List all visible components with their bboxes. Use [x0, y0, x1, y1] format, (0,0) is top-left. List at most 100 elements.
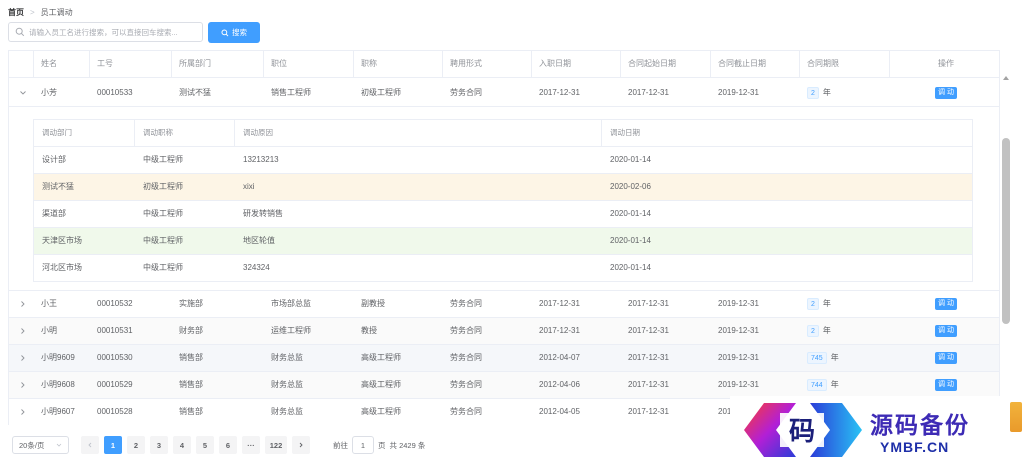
search-input[interactable]	[29, 27, 199, 37]
col-header-dept[interactable]: 所属部门	[179, 51, 211, 77]
chevron-right-icon[interactable]	[19, 408, 27, 416]
col-header-employ[interactable]: 聘用形式	[450, 51, 482, 77]
transfer-col-dept: 调动部门	[42, 128, 72, 137]
transfer-dept: 测试不猛	[42, 182, 74, 191]
transfer-title: 中级工程师	[143, 155, 183, 164]
transfer-row: 天津区市场 中级工程师 地区轮值 2020-01-14	[34, 228, 972, 255]
cell-term: 745 年	[807, 345, 839, 371]
cell-name: 小明	[41, 326, 57, 335]
page-jumper: 前往 页	[333, 436, 386, 454]
page-button-3[interactable]: 3	[150, 436, 168, 454]
cell-action: 调 动	[935, 80, 957, 106]
cell-name: 小王	[41, 299, 57, 308]
search-button-label: 搜索	[232, 28, 247, 37]
page-button-5[interactable]: 5	[196, 436, 214, 454]
scrollbar-thumb[interactable]	[1002, 138, 1010, 324]
transfer-title: 中级工程师	[143, 263, 183, 272]
term-tag: 2	[807, 87, 819, 99]
scroll-up-arrow-icon[interactable]	[1003, 76, 1009, 80]
cell-employ: 劳务合同	[450, 380, 482, 389]
chevron-right-icon[interactable]	[19, 300, 27, 308]
col-header-end[interactable]: 合同截止日期	[718, 51, 766, 77]
transfer-row: 设计部 中级工程师 13213213 2020-01-14	[34, 147, 972, 174]
transfer-button[interactable]: 调 动	[935, 378, 957, 391]
cell-entry: 2012-04-06	[539, 380, 580, 389]
cell-id: 00010530	[97, 353, 133, 362]
page-button-last[interactable]: 122	[265, 436, 287, 454]
cell-employ: 劳务合同	[450, 326, 482, 335]
more-pages-button[interactable]: ···	[242, 436, 260, 454]
transfer-dept: 设计部	[42, 155, 66, 164]
cell-start: 2017-12-31	[628, 380, 669, 389]
transfer-button[interactable]: 调 动	[935, 86, 957, 99]
term-tag: 744	[807, 379, 827, 391]
col-header-term[interactable]: 合同期限	[807, 51, 839, 77]
page-size-select[interactable]: 20条/页	[12, 436, 69, 454]
transfer-button[interactable]: 调 动	[935, 351, 957, 364]
watermark: 码 源码备份 YMBF.CN	[730, 396, 1024, 474]
breadcrumb-separator: >	[30, 7, 35, 17]
cell-position: 市场部总监	[271, 299, 311, 308]
page-button-4[interactable]: 4	[173, 436, 191, 454]
search-icon	[15, 27, 25, 37]
col-header-entry[interactable]: 入职日期	[539, 51, 571, 77]
breadcrumb-home[interactable]: 首页	[8, 7, 24, 18]
col-header-title[interactable]: 职称	[361, 51, 377, 77]
col-header-start[interactable]: 合同起始日期	[628, 51, 676, 77]
col-header-position[interactable]: 职位	[271, 51, 287, 77]
pagination: 20条/页 1 2 3 4 5 6 ··· 122 前往 页 共 2429 条	[12, 436, 425, 454]
watermark-url: YMBF.CN	[880, 439, 950, 455]
cell-entry: 2017-12-31	[539, 326, 580, 335]
next-page-button[interactable]	[292, 436, 310, 454]
col-header-name[interactable]: 姓名	[41, 51, 57, 77]
page-button-1[interactable]: 1	[104, 436, 122, 454]
transfer-reason: xixi	[243, 182, 255, 191]
cell-employ: 劳务合同	[450, 407, 482, 416]
page-button-2[interactable]: 2	[127, 436, 145, 454]
term-unit: 年	[830, 353, 839, 362]
prev-page-button[interactable]	[81, 436, 99, 454]
page-button-6[interactable]: 6	[219, 436, 237, 454]
breadcrumb-current: 员工调动	[40, 7, 73, 17]
chevron-down-icon[interactable]	[19, 89, 27, 97]
chevron-right-icon[interactable]	[19, 327, 27, 335]
expanded-transfer-panel: 调动部门 调动职称 调动原因 调动日期 设计部 中级工程师 13213213 2…	[9, 107, 999, 291]
cell-position: 财务总监	[271, 380, 303, 389]
transfer-button[interactable]: 调 动	[935, 324, 957, 337]
goto-page-input[interactable]	[352, 436, 374, 454]
goto-label: 前往	[333, 440, 348, 450]
page-suffix: 页	[378, 440, 386, 450]
cell-name: 小明9607	[41, 407, 75, 416]
chevron-right-icon[interactable]	[19, 381, 27, 389]
cell-employ: 劳务合同	[450, 353, 482, 362]
cell-name: 小明9609	[41, 353, 75, 362]
search-icon	[221, 28, 229, 36]
transfer-date: 2020-01-14	[610, 209, 651, 218]
term-tag: 2	[807, 325, 819, 337]
cell-id: 00010529	[97, 380, 133, 389]
search-box[interactable]	[8, 22, 203, 42]
transfer-col-date: 调动日期	[610, 128, 640, 137]
transfer-header: 调动部门 调动职称 调动原因 调动日期	[34, 120, 972, 147]
watermark-logo-char: 码	[789, 417, 815, 447]
chevron-right-icon[interactable]	[19, 354, 27, 362]
col-header-id[interactable]: 工号	[97, 51, 113, 77]
transfer-row: 测试不猛 初级工程师 xixi 2020-02-06	[34, 174, 972, 201]
cell-start: 2017-12-31	[628, 353, 669, 362]
table-row[interactable]: 小明9608 00010529 销售部 财务总监 高级工程师 劳务合同 2012…	[9, 372, 999, 399]
table-row[interactable]: 小王 00010532 实施部 市场部总监 副教授 劳务合同 2017-12-3…	[9, 291, 999, 318]
table-row[interactable]: 小芳 00010533 测试不猛 销售工程师 初级工程师 劳务合同 2017-1…	[9, 80, 999, 107]
cell-id: 00010532	[97, 299, 133, 308]
cell-id: 00010533	[97, 88, 133, 97]
search-button[interactable]: 搜索	[208, 22, 260, 43]
cell-entry: 2012-04-05	[539, 407, 580, 416]
table-row[interactable]: 小明9609 00010530 销售部 财务总监 高级工程师 劳务合同 2012…	[9, 345, 999, 372]
transfer-button[interactable]: 调 动	[935, 297, 957, 310]
cell-end: 2019-12-31	[718, 353, 759, 362]
cell-title: 高级工程师	[361, 407, 401, 416]
table-row[interactable]: 小明 00010531 财务部 运维工程师 教授 劳务合同 2017-12-31…	[9, 318, 999, 345]
transfer-table: 调动部门 调动职称 调动原因 调动日期 设计部 中级工程师 13213213 2…	[33, 119, 973, 282]
cell-term: 744 年	[807, 372, 839, 398]
breadcrumb: 首页 > 员工调动	[8, 6, 73, 18]
cell-title: 初级工程师	[361, 88, 401, 97]
